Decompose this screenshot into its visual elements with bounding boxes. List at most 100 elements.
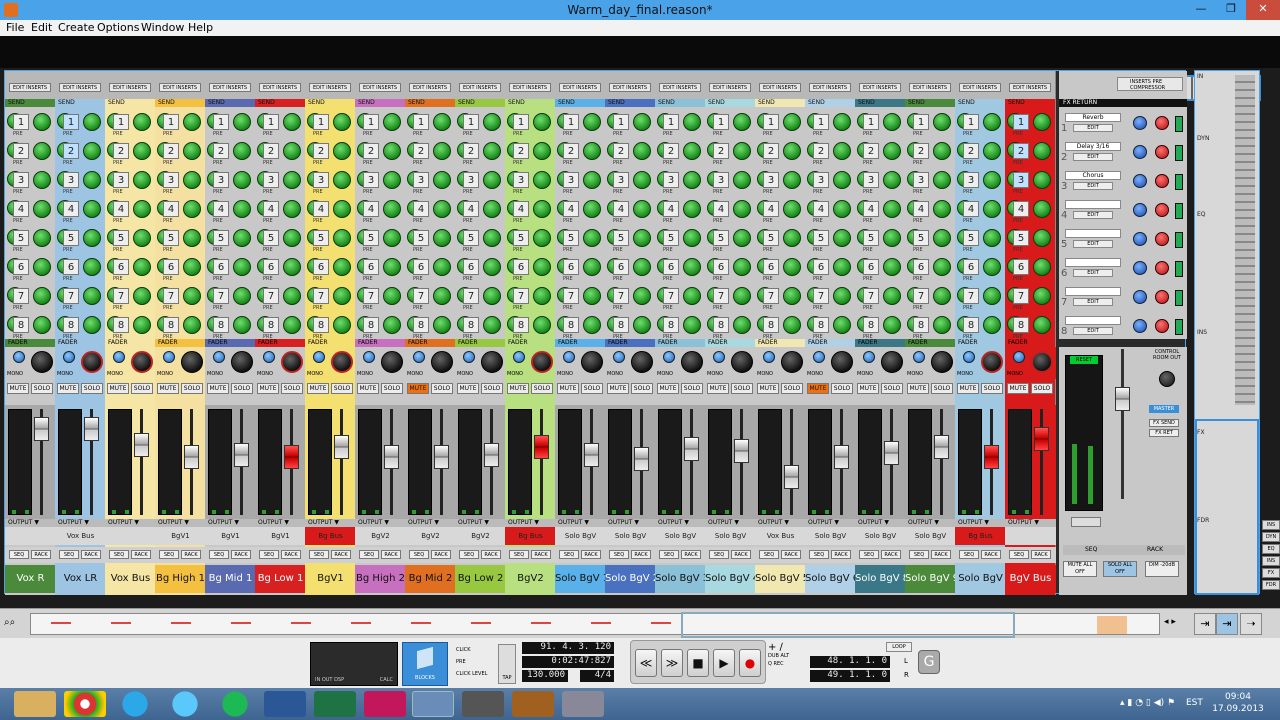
mute-button[interactable]: MUTE xyxy=(657,383,679,394)
send-number-button[interactable]: 3 xyxy=(1013,172,1029,188)
mute-button[interactable]: MUTE xyxy=(107,383,129,394)
pan-knob[interactable] xyxy=(831,351,853,373)
pan-knob[interactable] xyxy=(81,351,103,373)
send-number-button[interactable]: 4 xyxy=(663,201,679,217)
send-number-button[interactable]: 6 xyxy=(213,259,229,275)
solo-button[interactable]: SOLO xyxy=(131,383,153,394)
edit-inserts-button[interactable]: EDIT INSERTS xyxy=(509,83,551,92)
send-number-button[interactable]: 7 xyxy=(863,288,879,304)
send-knob[interactable] xyxy=(633,171,651,189)
edit-inserts-button[interactable]: EDIT INSERTS xyxy=(409,83,451,92)
channel-fader[interactable] xyxy=(234,443,249,467)
send-number-button[interactable]: 2 xyxy=(413,143,429,159)
send-number-button[interactable]: 6 xyxy=(413,259,429,275)
mute-button[interactable]: MUTE xyxy=(357,383,379,394)
channel-name[interactable]: Bg High 1 xyxy=(155,565,206,593)
send-number-button[interactable]: 1 xyxy=(463,114,479,130)
menu-file[interactable]: File xyxy=(6,21,24,34)
send-number-button[interactable]: 6 xyxy=(963,259,979,275)
send-knob[interactable] xyxy=(883,258,901,276)
send-knob[interactable] xyxy=(933,229,951,247)
send-number-button[interactable]: 5 xyxy=(663,230,679,246)
rack-button[interactable]: RACK xyxy=(581,550,601,559)
send-knob[interactable] xyxy=(233,287,251,305)
pan-knob[interactable] xyxy=(881,351,903,373)
output-bus[interactable]: Solo BgV xyxy=(555,527,606,545)
output-bus[interactable] xyxy=(1005,527,1056,545)
channel-fader[interactable] xyxy=(434,445,449,469)
send-knob[interactable] xyxy=(833,142,851,160)
fx-pan-knob[interactable] xyxy=(1155,203,1169,217)
seq-button[interactable]: SEQ xyxy=(559,550,579,559)
rack-button[interactable]: RACK xyxy=(381,550,401,559)
tool-cursor-icon[interactable]: ⇥ xyxy=(1194,613,1216,635)
seq-button[interactable]: SEQ xyxy=(209,550,229,559)
edit-inserts-button[interactable]: EDIT INSERTS xyxy=(959,83,1001,92)
send-number-button[interactable]: 4 xyxy=(613,201,629,217)
send-knob[interactable] xyxy=(183,171,201,189)
send-knob[interactable] xyxy=(283,316,301,334)
width-knob[interactable] xyxy=(263,351,275,363)
rack-button[interactable]: RACK xyxy=(431,550,451,559)
fx-pan-knob[interactable] xyxy=(1155,145,1169,159)
tempo-display[interactable]: 130.000 xyxy=(522,670,568,682)
send-number-button[interactable]: 5 xyxy=(913,230,929,246)
edit-inserts-button[interactable]: EDIT INSERTS xyxy=(109,83,151,92)
pan-knob[interactable] xyxy=(331,351,353,373)
loop-left-display[interactable]: 48. 1. 1. 0 xyxy=(810,656,890,668)
fx-enable-switch[interactable] xyxy=(1175,319,1183,335)
channel-name[interactable]: Solo BgV 5 xyxy=(755,565,806,593)
send-number-button[interactable]: 7 xyxy=(463,288,479,304)
send-knob[interactable] xyxy=(33,258,51,276)
send-knob[interactable] xyxy=(783,287,801,305)
send-number-button[interactable]: 3 xyxy=(413,172,429,188)
zoom-icon[interactable]: ⌕⌕ xyxy=(4,617,26,631)
position-display[interactable]: 91. 4. 3. 120 xyxy=(522,642,614,654)
channel-fader[interactable] xyxy=(984,445,999,469)
send-number-button[interactable]: 5 xyxy=(13,230,29,246)
fx-send-button[interactable]: FX SEND xyxy=(1149,419,1179,427)
solo-button[interactable]: SOLO xyxy=(831,383,853,394)
send-number-button[interactable]: 1 xyxy=(813,114,829,130)
send-number-button[interactable]: 8 xyxy=(313,317,329,333)
pan-knob[interactable] xyxy=(381,351,403,373)
send-number-button[interactable]: 5 xyxy=(463,230,479,246)
fx-pan-knob[interactable] xyxy=(1155,290,1169,304)
send-knob[interactable] xyxy=(383,316,401,334)
pan-knob[interactable] xyxy=(681,351,703,373)
send-knob[interactable] xyxy=(983,113,1001,131)
solo-button[interactable]: SOLO xyxy=(381,383,403,394)
loop-button[interactable]: LOOP xyxy=(886,642,912,652)
seq-button[interactable]: SEQ xyxy=(809,550,829,559)
fx-enable-switch[interactable] xyxy=(1175,116,1183,132)
send-number-button[interactable]: 3 xyxy=(813,172,829,188)
rack-button[interactable]: RACK xyxy=(731,550,751,559)
channel-fader[interactable] xyxy=(334,435,349,459)
send-number-button[interactable]: 5 xyxy=(713,230,729,246)
seq-button[interactable]: SEQ xyxy=(759,550,779,559)
rack-button[interactable]: RACK xyxy=(81,550,101,559)
solo-button[interactable]: SOLO xyxy=(781,383,803,394)
send-number-button[interactable]: 4 xyxy=(13,201,29,217)
send-knob[interactable] xyxy=(583,258,601,276)
send-number-button[interactable]: 6 xyxy=(313,259,329,275)
fx-enable-switch[interactable] xyxy=(1175,232,1183,248)
send-knob[interactable] xyxy=(683,258,701,276)
send-number-button[interactable]: 6 xyxy=(463,259,479,275)
seq-button[interactable]: SEQ xyxy=(659,550,679,559)
mute-button[interactable]: MUTE xyxy=(407,383,429,394)
send-knob[interactable] xyxy=(733,258,751,276)
nav-scroll-arrows[interactable]: ◂ ▸ xyxy=(1164,617,1176,627)
solo-button[interactable]: SOLO xyxy=(731,383,753,394)
send-knob[interactable] xyxy=(633,287,651,305)
send-number-button[interactable]: 3 xyxy=(763,172,779,188)
send-knob[interactable] xyxy=(783,171,801,189)
channel-name[interactable]: Bg Mid 1 xyxy=(205,565,256,593)
rack-button[interactable]: RACK xyxy=(231,550,251,559)
solo-button[interactable]: SOLO xyxy=(31,383,53,394)
channel-rack-overview[interactable]: IN DYN EQ INS FX FDR xyxy=(1194,70,1260,595)
send-number-button[interactable]: 8 xyxy=(63,317,79,333)
send-number-button[interactable]: 7 xyxy=(763,288,779,304)
rack-button[interactable]: RACK xyxy=(481,550,501,559)
send-knob[interactable] xyxy=(433,316,451,334)
